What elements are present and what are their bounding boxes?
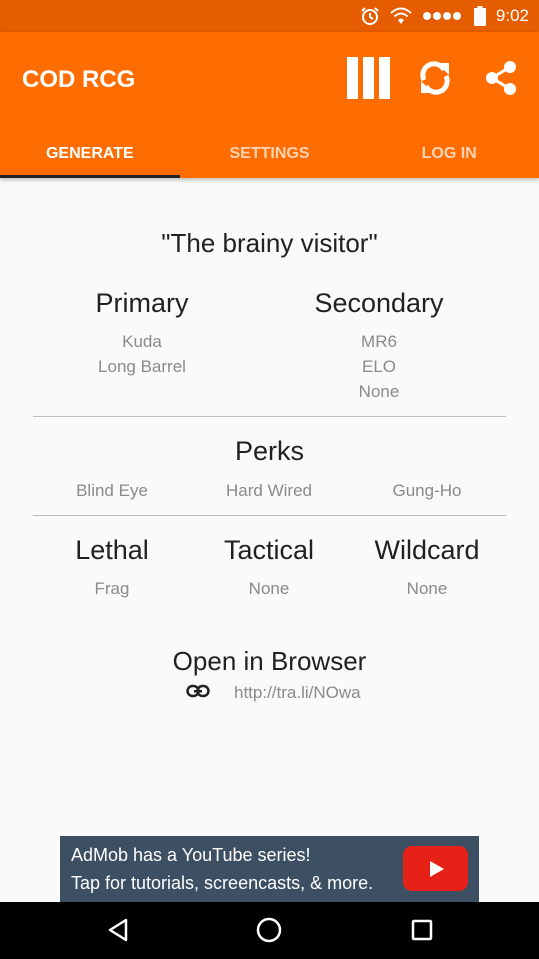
perks-heading: Perks xyxy=(234,436,305,466)
wildcard-value: None xyxy=(406,579,448,598)
columns-icon xyxy=(347,56,391,104)
navigation-bar xyxy=(0,902,539,959)
battery-icon xyxy=(473,6,486,26)
primary-attachment: Long Barrel xyxy=(98,357,186,376)
divider xyxy=(33,416,506,417)
wifi-icon xyxy=(390,7,412,25)
perks-title: Perks xyxy=(0,436,539,467)
ad-banner[interactable]: AdMob has a YouTube series! Tap for tuto… xyxy=(60,836,479,902)
browser-link[interactable]: http://tra.li/NOwa xyxy=(186,681,361,705)
secondary-section: Secondary MR6 ELO None xyxy=(269,288,489,404)
share-button[interactable] xyxy=(481,58,521,102)
tactical-value: None xyxy=(248,579,290,598)
home-button[interactable] xyxy=(247,910,291,954)
secondary-attachment-2: None xyxy=(358,382,400,401)
wildcard-section: Wildcard None xyxy=(347,535,507,601)
ad-line-2: Tap for tutorials, screencasts, & more. xyxy=(71,873,374,893)
primary-title: Primary xyxy=(95,288,189,318)
share-icon xyxy=(484,60,518,101)
primary-section: Primary Kuda Long Barrel xyxy=(32,288,252,379)
open-in-browser-title: Open in Browser xyxy=(172,646,367,676)
app-title: COD RCG xyxy=(22,66,136,93)
lethal-title: Lethal xyxy=(75,535,149,565)
app-bar: COD RCG GENERATE SETTINGS LOG IN xyxy=(0,32,539,178)
status-time: 9:02 xyxy=(495,6,529,25)
alarm-icon xyxy=(360,6,380,26)
secondary-weapon: MR6 xyxy=(361,332,397,351)
divider xyxy=(33,515,506,516)
tactical-section: Tactical None xyxy=(189,535,349,601)
signal-icon xyxy=(422,11,464,21)
home-icon xyxy=(256,917,282,948)
youtube-play-icon xyxy=(403,846,468,891)
tab-log-in[interactable]: LOG IN xyxy=(359,130,539,178)
lethal-value: Frag xyxy=(94,579,130,598)
wildcard-title: Wildcard xyxy=(374,535,480,565)
generate-content: "The brainy visitor" Primary Kuda Long B… xyxy=(0,178,539,836)
tab-settings[interactable]: SETTINGS xyxy=(180,130,360,178)
tactical-title: Tactical xyxy=(223,535,315,565)
class-name: "The brainy visitor" xyxy=(161,228,378,258)
primary-weapon: Kuda xyxy=(122,332,162,351)
status-bar: 9:02 xyxy=(0,0,539,32)
tab-generate[interactable]: GENERATE xyxy=(0,130,180,178)
ad-line-1: AdMob has a YouTube series! xyxy=(71,845,311,865)
perk-2: Hard Wired xyxy=(226,481,312,500)
secondary-attachment-1: ELO xyxy=(361,357,397,376)
recents-icon xyxy=(411,919,433,946)
secondary-title: Secondary xyxy=(314,288,444,318)
perk-1: Blind Eye xyxy=(76,481,148,500)
back-icon xyxy=(106,917,130,948)
lethal-section: Lethal Frag xyxy=(32,535,192,601)
refresh-button[interactable] xyxy=(415,58,455,102)
back-button[interactable] xyxy=(96,910,140,954)
browser-url[interactable]: http://tra.li/NOwa xyxy=(234,683,361,703)
recents-button[interactable] xyxy=(400,910,444,954)
perk-3: Gung-Ho xyxy=(392,481,462,500)
link-icon xyxy=(186,684,210,703)
refresh-icon xyxy=(416,59,454,102)
columns-button[interactable] xyxy=(347,56,391,104)
tab-bar: GENERATE SETTINGS LOG IN xyxy=(0,130,539,178)
